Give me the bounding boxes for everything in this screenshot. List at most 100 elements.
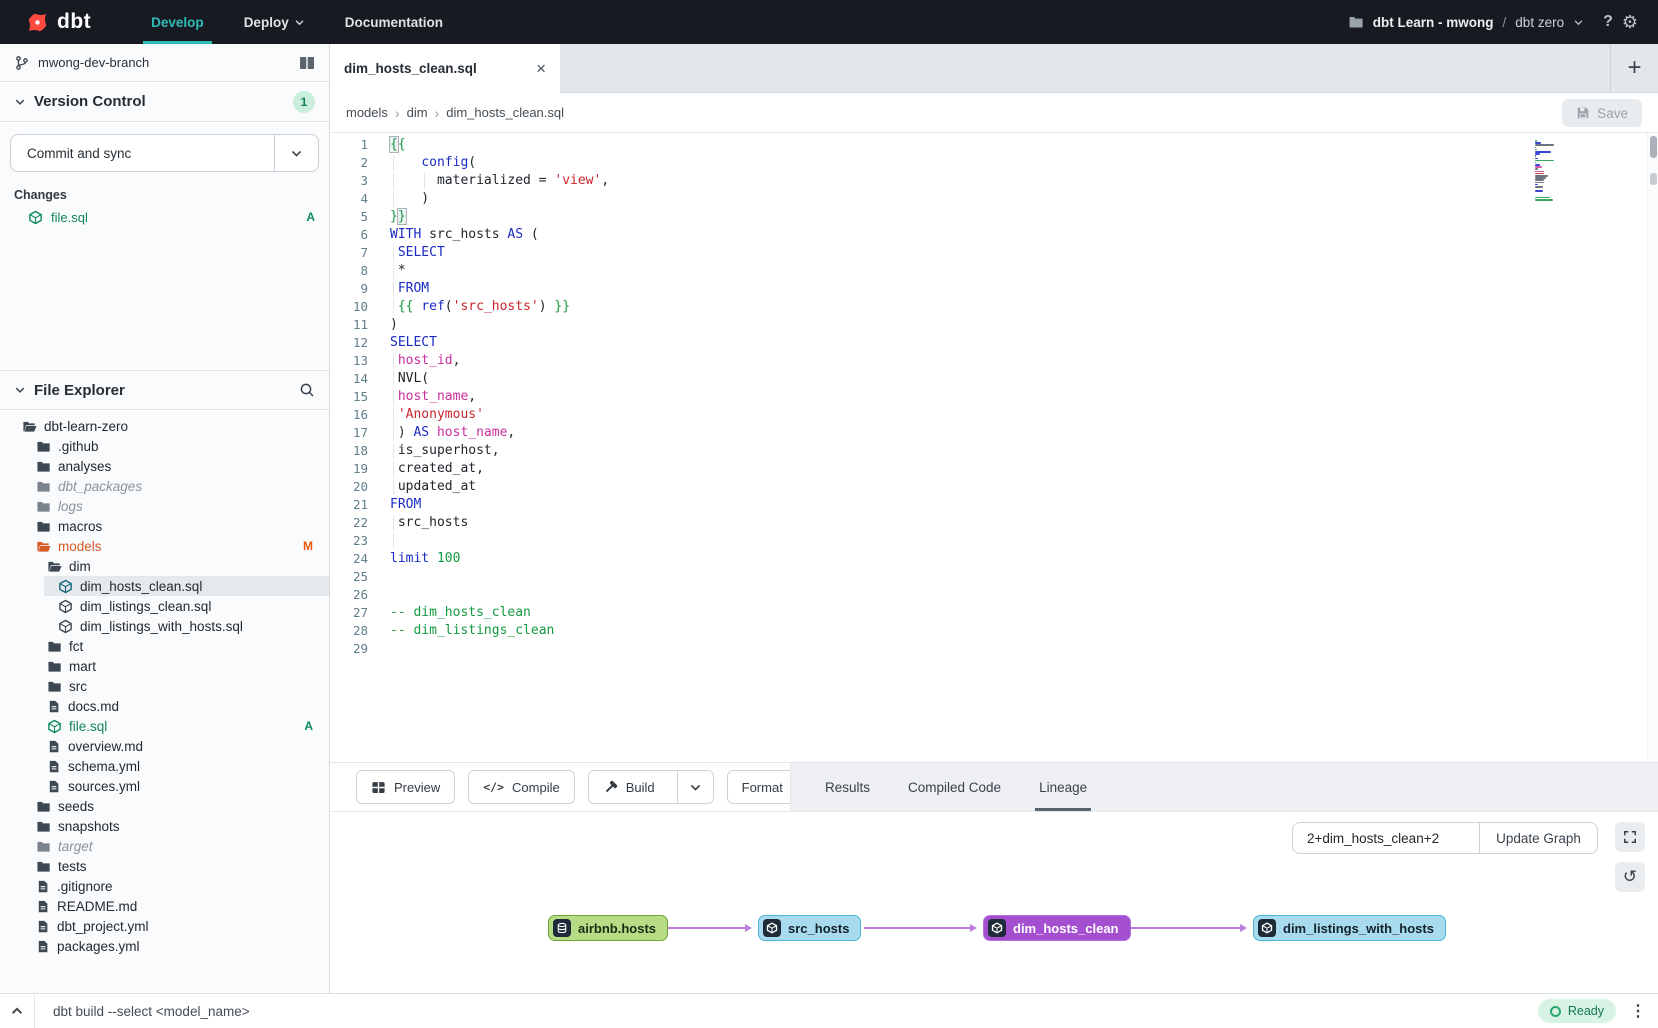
code-line[interactable]: 8 * [330, 262, 1658, 280]
version-control-header[interactable]: Version Control 1 [0, 82, 329, 122]
tree-folder-analyses[interactable]: analyses [0, 456, 329, 476]
tree-file-file.sql[interactable]: file.sqlA [0, 716, 329, 736]
commit-options-toggle[interactable] [274, 135, 318, 171]
code-line[interactable]: 15 host_name, [330, 388, 1658, 406]
compile-button[interactable]: </>Compile [468, 770, 574, 804]
code-line[interactable]: 16 'Anonymous' [330, 406, 1658, 424]
code-line[interactable]: 28-- dim_listings_clean [330, 622, 1658, 640]
tree-folder-src[interactable]: src [0, 676, 329, 696]
nav-item-deploy[interactable]: Deploy [224, 0, 325, 44]
save-button[interactable]: Save [1562, 99, 1642, 127]
graph-selector-input[interactable] [1293, 831, 1479, 846]
code-line[interactable]: 3 materialized = 'view', [330, 172, 1658, 190]
build-options-toggle[interactable] [677, 771, 713, 803]
code-line[interactable]: 24limit 100 [330, 550, 1658, 568]
lineage-node-airbnb.hosts[interactable]: airbnb.hosts [548, 915, 668, 941]
project-name[interactable]: dbt Learn - mwong [1373, 15, 1494, 30]
tree-folder-macros[interactable]: macros [0, 516, 329, 536]
tree-file-overview.md[interactable]: overview.md [0, 736, 329, 756]
code-line[interactable]: 25 [330, 568, 1658, 586]
code-line[interactable]: 19 created_at, [330, 460, 1658, 478]
code-line[interactable]: 27-- dim_hosts_clean [330, 604, 1658, 622]
nav-item-documentation[interactable]: Documentation [325, 0, 463, 44]
breadcrumb-models[interactable]: models [346, 105, 388, 120]
lineage-node-dim_listings_with_hosts[interactable]: dim_listings_with_hosts [1253, 915, 1446, 941]
tree-folder-snapshots[interactable]: snapshots [0, 816, 329, 836]
tree-file-schema.yml[interactable]: schema.yml [0, 756, 329, 776]
breadcrumb-dim[interactable]: dim [407, 105, 428, 120]
code-line[interactable]: 12SELECT [330, 334, 1658, 352]
lineage-node-src_hosts[interactable]: src_hosts [758, 915, 861, 941]
tree-file-.gitignore[interactable]: .gitignore [0, 876, 329, 896]
branch-row[interactable]: mwong-dev-branch [0, 44, 329, 82]
code-line[interactable]: 2 config( [330, 154, 1658, 172]
code-line[interactable]: 1{{ [330, 136, 1658, 154]
tree-folder-logs[interactable]: logs [0, 496, 329, 516]
fullscreen-icon[interactable] [1615, 822, 1645, 852]
commit-and-sync-button[interactable]: Commit and sync [10, 134, 319, 172]
tree-folder-dim[interactable]: dim [0, 556, 329, 576]
tree-folder-models[interactable]: modelsM [0, 536, 329, 556]
code-line[interactable]: 7 SELECT [330, 244, 1658, 262]
minimap[interactable] [1535, 140, 1562, 203]
code-line[interactable]: 29 [330, 640, 1658, 658]
tree-folder-dbt_packages[interactable]: dbt_packages [0, 476, 329, 496]
tree-folder-.github[interactable]: .github [0, 436, 329, 456]
tree-file-dim_hosts_clean.sql[interactable]: dim_hosts_clean.sql [0, 576, 329, 596]
tree-folder-fct[interactable]: fct [0, 636, 329, 656]
tree-file-dim_listings_clean.sql[interactable]: dim_listings_clean.sql [0, 596, 329, 616]
tree-file-dbt_project.yml[interactable]: dbt_project.yml [0, 916, 329, 936]
tab-compiled-code[interactable]: Compiled Code [904, 763, 1005, 811]
code-line[interactable]: 9 FROM [330, 280, 1658, 298]
tab-results[interactable]: Results [821, 763, 874, 811]
tree-folder-tests[interactable]: tests [0, 856, 329, 876]
changed-file-row[interactable]: file.sqlA [0, 206, 329, 228]
tree-file-packages.yml[interactable]: packages.yml [0, 936, 329, 956]
code-line[interactable]: 23 [330, 532, 1658, 550]
close-icon[interactable]: × [536, 59, 546, 79]
code-line[interactable]: 10 {{ ref('src_hosts') }} [330, 298, 1658, 316]
code-editor[interactable]: 1{{2 config(3 materialized = 'view',4 )5… [330, 133, 1658, 762]
columns-icon[interactable] [299, 55, 315, 71]
breadcrumb-file[interactable]: dim_hosts_clean.sql [446, 105, 564, 120]
search-icon[interactable] [299, 382, 315, 398]
code-line[interactable]: 17 ) AS host_name, [330, 424, 1658, 442]
tree-folder-dbt-learn-zero[interactable]: dbt-learn-zero [0, 416, 329, 436]
tab-dim-hosts-clean[interactable]: dim_hosts_clean.sql × [330, 44, 560, 93]
code-line[interactable]: 14 NVL( [330, 370, 1658, 388]
code-line[interactable]: 22 src_hosts [330, 514, 1658, 532]
code-line[interactable]: 11) [330, 316, 1658, 334]
help-icon[interactable]: ? [1603, 13, 1613, 31]
tree-file-dim_listings_with_hosts.sql[interactable]: dim_listings_with_hosts.sql [0, 616, 329, 636]
code-line[interactable]: 4 ) [330, 190, 1658, 208]
dbt-logo[interactable]: dbt [24, 9, 91, 36]
command-input[interactable]: dbt build --select <model_name> [53, 1004, 250, 1019]
tab-lineage[interactable]: Lineage [1035, 763, 1091, 811]
editor-scrollbar[interactable] [1647, 133, 1658, 762]
format-button[interactable]: Format [727, 770, 798, 804]
kebab-menu-icon[interactable]: ⋮ [1630, 1001, 1646, 1021]
tree-folder-target[interactable]: target [0, 836, 329, 856]
environment-selector[interactable]: dbt zero [1515, 15, 1564, 30]
tree-folder-seeds[interactable]: seeds [0, 796, 329, 816]
gear-icon[interactable]: ⚙ [1622, 13, 1638, 31]
tree-file-sources.yml[interactable]: sources.yml [0, 776, 329, 796]
code-line[interactable]: 21FROM [330, 496, 1658, 514]
scrollbar-thumb[interactable] [1650, 136, 1657, 158]
chevron-up-icon[interactable] [0, 994, 34, 1028]
code-line[interactable]: 5}} [330, 208, 1658, 226]
code-line[interactable]: 20 updated_at [330, 478, 1658, 496]
build-button[interactable]: Build [588, 770, 714, 804]
tree-file-README.md[interactable]: README.md [0, 896, 329, 916]
lineage-node-dim_hosts_clean[interactable]: dim_hosts_clean [983, 915, 1131, 941]
code-line[interactable]: 6WITH src_hosts AS ( [330, 226, 1658, 244]
nav-item-develop[interactable]: Develop [131, 0, 224, 44]
reset-icon[interactable]: ↺ [1615, 862, 1645, 892]
tree-folder-mart[interactable]: mart [0, 656, 329, 676]
code-line[interactable]: 13 host_id, [330, 352, 1658, 370]
code-line[interactable]: 18 is_superhost, [330, 442, 1658, 460]
tree-file-docs.md[interactable]: docs.md [0, 696, 329, 716]
new-tab-button[interactable]: + [1610, 44, 1658, 92]
file-explorer-header[interactable]: File Explorer [0, 370, 329, 410]
code-line[interactable]: 26 [330, 586, 1658, 604]
